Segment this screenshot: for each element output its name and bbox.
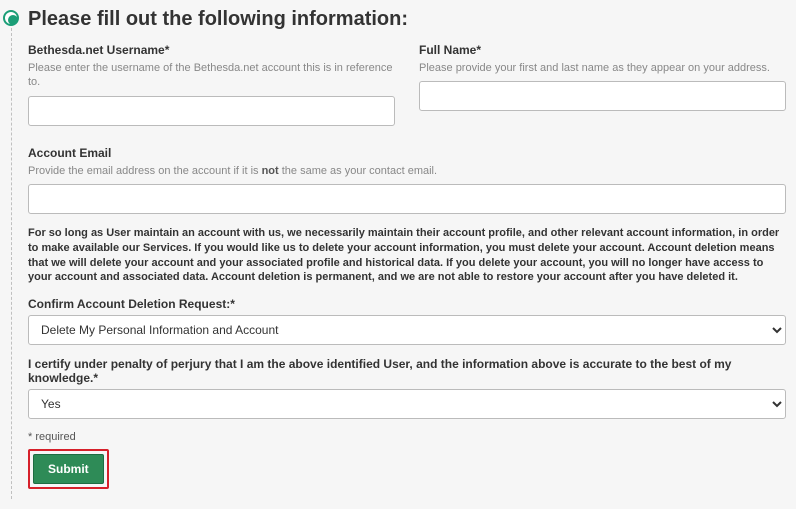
confirm-label: Confirm Account Deletion Request:* (28, 297, 786, 311)
email-help-pre: Provide the email address on the account… (28, 165, 262, 177)
page-title: Please fill out the following informatio… (28, 8, 786, 31)
email-help: Provide the email address on the account… (28, 164, 786, 178)
required-note: * required (28, 431, 786, 443)
submit-highlight-box: Submit (28, 449, 109, 489)
email-input[interactable] (28, 184, 786, 214)
step-indicator-icon (3, 10, 19, 26)
username-label: Bethesda.net Username* (28, 43, 395, 57)
fullname-help: Please provide your first and last name … (419, 61, 786, 75)
certify-label: I certify under penalty of perjury that … (28, 357, 786, 385)
username-input[interactable] (28, 96, 395, 126)
submit-button[interactable]: Submit (33, 454, 104, 484)
username-help: Please enter the username of the Bethesd… (28, 61, 395, 90)
fullname-input[interactable] (419, 81, 786, 111)
certify-select[interactable]: Yes (28, 389, 786, 419)
confirm-select[interactable]: Delete My Personal Information and Accou… (28, 315, 786, 345)
email-label: Account Email (28, 146, 786, 160)
timeline-line (11, 28, 12, 499)
email-help-bold: not (262, 165, 279, 177)
fullname-label: Full Name* (419, 43, 786, 57)
deletion-notice: For so long as User maintain an account … (28, 226, 786, 285)
email-help-post: the same as your contact email. (279, 165, 437, 177)
